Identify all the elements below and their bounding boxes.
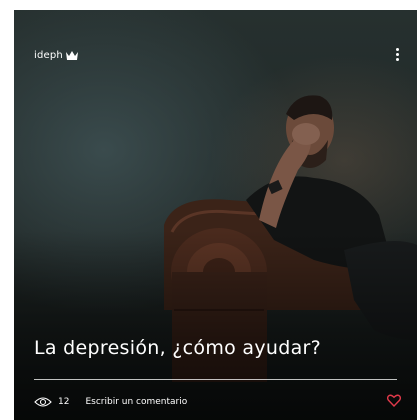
crown-icon	[65, 51, 78, 60]
post-title[interactable]: La depresión, ¿cómo ayudar?	[34, 337, 321, 359]
heart-icon[interactable]	[387, 394, 401, 407]
view-count: 12	[58, 397, 70, 407]
eye-icon	[34, 397, 52, 407]
post-card[interactable]: ideph La depresión, ¿cómo ayudar? 12 Esc…	[14, 10, 417, 420]
author-badge[interactable]: ideph	[34, 50, 78, 61]
title-overlay	[14, 230, 417, 420]
post-stats: 12 Escribir un comentario	[34, 396, 187, 408]
author-name[interactable]: ideph	[34, 50, 63, 61]
divider	[34, 379, 397, 380]
more-vertical-icon[interactable]	[393, 48, 401, 64]
write-comment-link[interactable]: Escribir un comentario	[85, 397, 187, 407]
